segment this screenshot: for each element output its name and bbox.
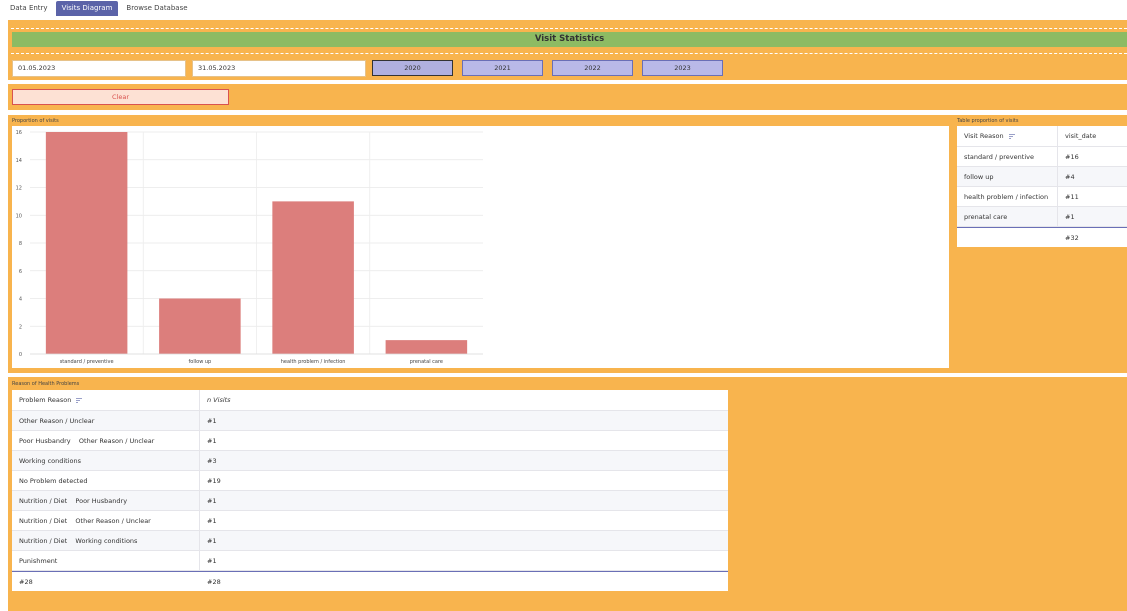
column-header-visit-date[interactable]: visit_date xyxy=(1058,126,1096,146)
y-tick-label: 0 xyxy=(19,352,22,358)
page-title: Visit Statistics xyxy=(12,32,1127,47)
visits-table: Visit Reason visit_date standard / preve… xyxy=(957,126,1127,247)
bar[interactable] xyxy=(45,132,128,354)
bar[interactable] xyxy=(272,201,354,354)
total-left: #28 xyxy=(19,578,33,586)
visits-panel: Proportion of visits Table proportion of… xyxy=(8,115,1127,373)
table-header-row: Problem Reason n Visits xyxy=(12,390,728,411)
divider xyxy=(11,53,1127,54)
x-tick-label: follow up xyxy=(189,359,212,365)
year-button-2022[interactable]: 2022 xyxy=(552,60,633,76)
health-problems-panel: Reason of Health Problems Problem Reason… xyxy=(8,377,1127,611)
visit-count-cell: #4 xyxy=(1065,173,1075,181)
y-tick-label: 8 xyxy=(19,241,22,247)
table-section-label: Table proportion of visits xyxy=(957,118,1019,124)
clear-panel: Clear xyxy=(8,84,1127,110)
table-total-row: #28 #28 xyxy=(12,571,728,591)
problem-reason-cell: No Problem detected xyxy=(12,471,200,490)
tab-data-entry[interactable]: Data Entry xyxy=(4,1,54,16)
visit-count-cell: #11 xyxy=(1065,193,1079,201)
problem-reason-cell: Punishment xyxy=(12,551,200,570)
clear-button[interactable]: Clear xyxy=(12,89,229,105)
bar[interactable] xyxy=(159,298,241,355)
problem-reason-cell: Other Reason / Unclear xyxy=(12,411,200,430)
table-total-value: #32 xyxy=(1065,234,1079,242)
table-row: Punishment #1 xyxy=(12,551,728,571)
table-row: Nutrition / Diet Working conditions #1 xyxy=(12,531,728,551)
column-header-problem-reason[interactable]: Problem Reason xyxy=(12,390,200,410)
visit-count-cell: #1 xyxy=(1065,213,1075,221)
visit-count-cell: #1 xyxy=(207,417,217,425)
tab-browse-database[interactable]: Browse Database xyxy=(120,1,193,16)
bar[interactable] xyxy=(385,340,468,354)
visit-count-cell: #1 xyxy=(207,537,217,545)
table-row: prenatal care #1 xyxy=(957,207,1127,227)
y-tick-label: 12 xyxy=(16,186,22,192)
table-row: No Problem detected #19 xyxy=(12,471,728,491)
visit-reason-cell: standard / preventive xyxy=(957,147,1058,166)
health-problems-table: Problem Reason n Visits Other Reason / U… xyxy=(12,390,728,591)
problem-reason-cell: Nutrition / Diet Poor Husbandry xyxy=(12,491,200,510)
problem-reason-cell: Nutrition / Diet Other Reason / Unclear xyxy=(12,511,200,530)
problem-reason-cell: Working conditions xyxy=(12,451,200,470)
visit-count-cell: #1 xyxy=(207,517,217,525)
table-row: Nutrition / Diet Other Reason / Unclear #… xyxy=(12,511,728,531)
year-button-2020[interactable]: 2020 xyxy=(372,60,453,76)
table-row: standard / preventive #16 xyxy=(957,147,1127,167)
y-tick-label: 16 xyxy=(16,130,22,136)
visits-bar-chart: 0 2 4 6 8 10 12 14 16 standard / preventive follow… xyxy=(16,130,483,365)
table-total-row: #32 xyxy=(957,227,1127,247)
tab-visits-diagram[interactable]: Visits Diagram xyxy=(55,1,119,16)
y-tick-label: 6 xyxy=(19,269,22,275)
year-button-2021[interactable]: 2021 xyxy=(462,60,543,76)
problem-reason-cell: Nutrition / Diet Working conditions xyxy=(12,531,200,550)
filter-panel: Visit Statistics 01.05.2023 31.05.2023 2… xyxy=(8,20,1127,80)
table-header-row: Visit Reason visit_date xyxy=(957,126,1127,147)
table-row: Poor Husbandry Other Reason / Unclear #1 xyxy=(12,431,728,451)
visit-count-cell: #1 xyxy=(207,497,217,505)
x-tick-label: prenatal care xyxy=(410,359,443,365)
table-row: Other Reason / Unclear #1 xyxy=(12,411,728,431)
column-header-n-visits[interactable]: n Visits xyxy=(200,390,231,410)
total-right: #28 xyxy=(207,578,221,586)
date-to-input[interactable]: 31.05.2023 xyxy=(192,60,366,77)
visit-reason-cell: health problem / infection xyxy=(957,187,1058,206)
visit-count-cell: #16 xyxy=(1065,153,1079,161)
y-tick-label: 10 xyxy=(16,213,22,219)
table-row: health problem / infection #11 xyxy=(957,187,1127,207)
visit-count-cell: #1 xyxy=(207,557,217,565)
chart-section-label: Proportion of visits xyxy=(12,118,59,124)
date-from-input[interactable]: 01.05.2023 xyxy=(12,60,186,77)
visit-count-cell: #3 xyxy=(207,457,217,465)
x-tick-label: health problem / infection xyxy=(281,359,346,365)
health-section-label: Reason of Health Problems xyxy=(12,381,80,387)
column-header-visit-reason[interactable]: Visit Reason xyxy=(957,126,1058,146)
sort-icon[interactable] xyxy=(76,397,83,403)
table-row: Working conditions #3 xyxy=(12,451,728,471)
divider xyxy=(11,28,1127,29)
y-tick-label: 14 xyxy=(16,158,22,164)
y-tick-label: 4 xyxy=(19,297,22,303)
x-tick-label: standard / preventive xyxy=(60,359,114,365)
tab-bar: Data Entry Visits Diagram Browse Databas… xyxy=(0,0,1127,17)
year-button-2023[interactable]: 2023 xyxy=(642,60,723,76)
visit-count-cell: #1 xyxy=(207,437,217,445)
visits-chart: 0 2 4 6 8 10 12 14 16 standard / preventive follow… xyxy=(12,126,949,368)
visit-reason-cell: follow up xyxy=(957,167,1058,186)
y-tick-label: 2 xyxy=(19,324,22,330)
visit-count-cell: #19 xyxy=(207,477,221,485)
sort-icon[interactable] xyxy=(1008,133,1015,139)
table-row: Nutrition / Diet Poor Husbandry #1 xyxy=(12,491,728,511)
table-row: follow up #4 xyxy=(957,167,1127,187)
problem-reason-cell: Poor Husbandry Other Reason / Unclear xyxy=(12,431,200,450)
visit-reason-cell: prenatal care xyxy=(957,207,1058,226)
